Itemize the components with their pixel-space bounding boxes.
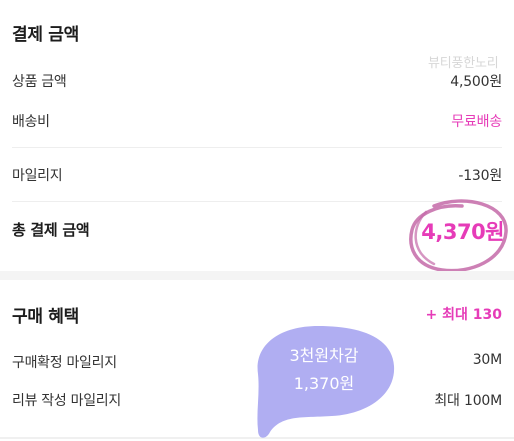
shipping-fee-label: 배송비: [12, 114, 50, 130]
highlight-circle-icon: [409, 199, 508, 273]
sticker-text-line2: 1,370원: [293, 374, 355, 393]
total-amount-label: 총 결제 금액: [12, 221, 90, 239]
product-price-value: 4,500원: [450, 74, 502, 90]
sticker-text-line1: 3천원차감: [289, 346, 359, 365]
mileage-value: -130원: [458, 168, 502, 184]
purchase-confirm-mileage-label: 구매확정 마일리지: [12, 355, 117, 371]
product-price-label: 상품 금액: [12, 74, 67, 90]
watermark: 뷰티풍한노리: [428, 56, 499, 71]
divider: [12, 147, 502, 148]
purchase-confirm-mileage-value: 30M: [472, 352, 502, 368]
section-separator: [0, 271, 514, 280]
payment-section-title: 결제 금액: [12, 25, 79, 45]
benefit-max-value: + 최대 130: [425, 307, 502, 323]
review-mileage-value: 최대 100M: [434, 393, 502, 409]
shipping-fee-value: 무료배송: [451, 114, 502, 130]
mileage-label: 마일리지: [12, 168, 63, 184]
benefit-section-title: 구매 혜택: [12, 307, 79, 327]
review-mileage-label: 리뷰 작성 마일리지: [12, 393, 121, 409]
